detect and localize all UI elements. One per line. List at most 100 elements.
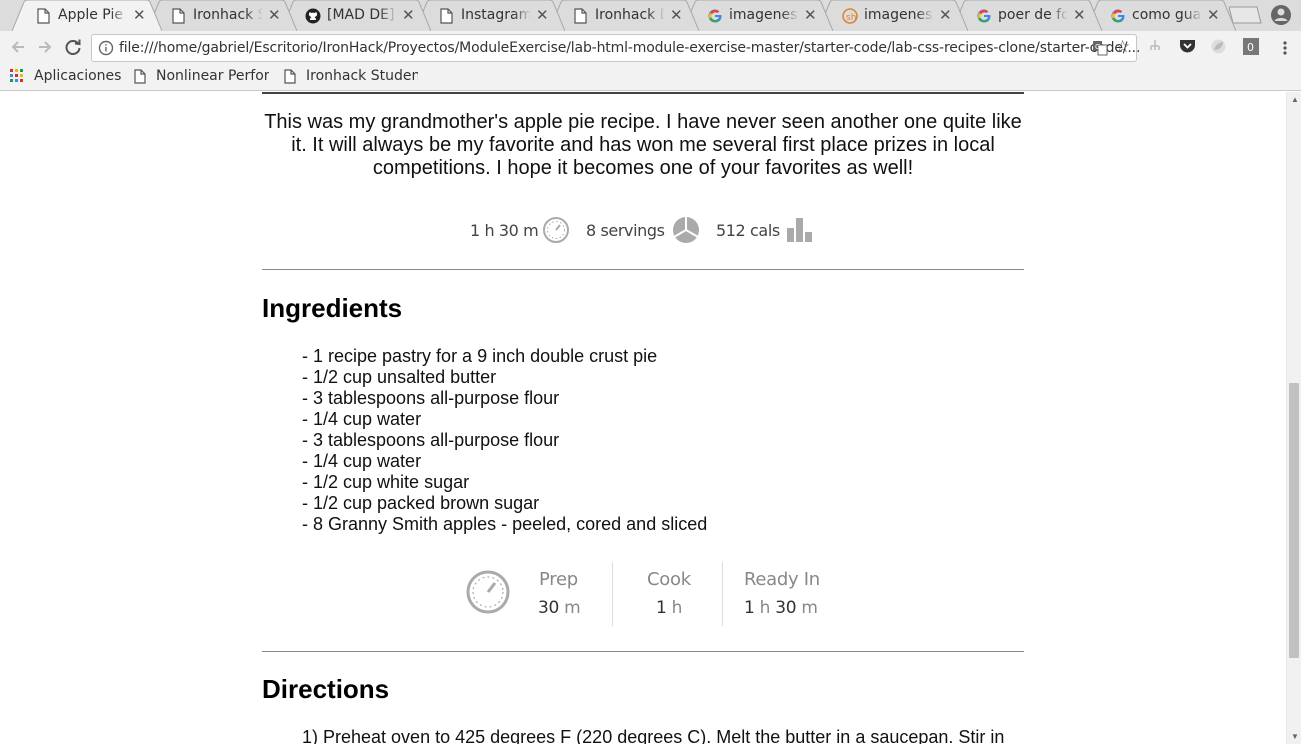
tab-title: como guar [1132,7,1202,23]
page-icon [284,69,296,84]
scrollbar-thumb[interactable] [1289,383,1299,658]
ingredient-item: - 1/2 cup packed brown sugar [302,493,540,513]
menu-icon[interactable] [1282,40,1288,56]
ingredient-item: - 1/4 cup water [302,409,422,429]
bookmarks-bar: Aplicaciones Nonlinear Perfor Ironhack S… [0,64,1301,91]
stopwatch-icon [466,570,510,614]
directions-list: 1) Preheat oven to 425 degrees F (220 de… [302,727,1022,744]
close-tab-icon[interactable]: ✕ [804,6,817,24]
google-icon [1111,9,1125,23]
scribd-icon: sh [842,8,858,24]
clock-icon [543,217,569,243]
apps-grid-icon [10,69,23,82]
address-bar[interactable]: file:///home/gabriel/Escritorio/IronHack… [91,34,1140,62]
divider [262,651,1024,652]
browser-toolbar: file:///home/gabriel/Escritorio/IronHack… [0,31,1301,64]
prep-time: Prep 30 m [535,562,605,626]
bookmark-label: Aplicaciones [34,68,122,84]
extension-counter-icon[interactable]: 0 [1243,38,1259,55]
ingredient-item: - 3 tablespoons all-purpose flour [302,388,560,408]
reload-button[interactable] [62,36,84,58]
recipe-stats: 1 h 30 m 8 servings 512 cals [262,212,1024,248]
tab-title: [MAD DE] [327,7,395,23]
close-tab-icon[interactable]: ✕ [268,6,281,24]
ingredient-item: - 1/4 cup water [302,451,422,471]
tab-title: Ironhack St [193,7,263,23]
cook-time: Cook 1 h [645,562,715,626]
close-tab-icon[interactable]: ✕ [402,6,415,24]
ingredient-item: - 8 Granny Smith apples - peeled, cored … [302,514,708,534]
google-icon [977,9,991,23]
close-tab-icon[interactable]: ✕ [1073,6,1086,24]
close-tab-icon[interactable]: ✕ [133,6,146,24]
bar-chart-icon [787,218,812,242]
close-tab-icon[interactable]: ✕ [939,6,952,24]
ingredient-item: - 1/2 cup white sugar [302,472,470,492]
browser-tab[interactable]: Apple Pie R ✕ [12,0,162,31]
calories: 512 cals [716,221,780,240]
svg-text:0: 0 [1247,41,1254,54]
tab-title: poer de fon [998,7,1068,23]
google-icon [708,9,722,23]
svg-text:sh: sh [846,13,856,23]
cook-label: Cook [647,569,691,590]
bookmark-star-icon[interactable]: ☆ [1115,37,1130,57]
info-icon[interactable] [98,40,114,56]
pie-icon [673,217,699,243]
total-time: 1 h 30 m [470,221,539,240]
ready-time: Ready In 1 h 30 m [743,562,825,626]
close-tab-icon[interactable]: ✕ [670,6,683,24]
page-icon [134,69,146,84]
tab-title: Instagram [461,7,531,23]
extension-tree-icon[interactable] [1148,38,1162,54]
url-text[interactable]: file:///home/gabriel/Escritorio/IronHack… [119,40,1140,56]
translate-icon[interactable]: G [1092,40,1108,56]
hero-image-bottom-edge [262,92,1024,94]
page-icon [574,8,587,24]
direction-step: 1) Preheat oven to 425 degrees F (220 de… [302,727,1005,744]
ready-label: Ready In [744,569,820,590]
ingredient-item: - 1/2 cup unsalted butter [302,367,497,387]
bookmark-label: Ironhack Studen [306,68,418,84]
github-icon [305,8,321,24]
time-divider [722,562,723,626]
divider [262,269,1024,270]
tab-title: Apple Pie R [58,7,128,23]
time-divider [612,562,613,626]
forward-button[interactable] [34,36,56,58]
close-tab-icon[interactable]: ✕ [536,6,549,24]
page-icon [37,8,50,24]
svg-text:G: G [1095,43,1100,51]
browser-tab[interactable]: sh imagenes ✕ [818,0,968,31]
browser-tab[interactable]: poer de fon ✕ [952,0,1102,31]
recipe-intro: This was my grandmother's apple pie reci… [264,111,1022,179]
scroll-up-arrow[interactable]: ▲ [1291,95,1299,104]
browser-tab[interactable]: Instagram ✕ [415,0,565,31]
recipe-times: Prep 30 m Cook 1 h Ready In 1 h 30 m [465,562,825,626]
back-button[interactable] [7,36,29,58]
ingredient-item: - 3 tablespoons all-purpose flour [302,430,560,450]
ingredients-heading: Ingredients [262,293,403,323]
tab-title: Ironhack D [595,7,665,23]
tab-strip: Apple Pie R✕Ironhack St✕[MAD DE] ✕Instag… [0,0,1301,31]
pocket-icon[interactable] [1179,38,1196,54]
profile-icon[interactable] [1270,4,1292,26]
scroll-down-arrow[interactable]: ▼ [1291,732,1299,741]
ingredient-item: - 1 recipe pastry for a 9 inch double cr… [302,346,658,366]
directions-heading: Directions [262,674,390,704]
page-scrollbar[interactable]: ▲ ▼ [1286,92,1301,744]
browser-tab[interactable]: [MAD DE] ✕ [281,0,431,31]
browser-tab[interactable]: imagenes ✕ [683,0,833,31]
cook-value: 1 h [656,598,683,618]
ingredients-list: - 1 recipe pastry for a 9 inch double cr… [302,346,707,535]
prep-value: 30 m [538,598,581,618]
browser-tab[interactable]: Ironhack St ✕ [147,0,297,31]
page-icon [172,8,185,24]
browser-tab[interactable]: Ironhack D ✕ [549,0,699,31]
prep-label: Prep [539,569,578,590]
page-icon [440,8,453,24]
extension-leaf-icon[interactable] [1210,38,1227,55]
servings: 8 servings [586,221,665,240]
close-tab-icon[interactable]: ✕ [1207,6,1220,24]
browser-tab[interactable]: como guar ✕ [1086,0,1236,31]
